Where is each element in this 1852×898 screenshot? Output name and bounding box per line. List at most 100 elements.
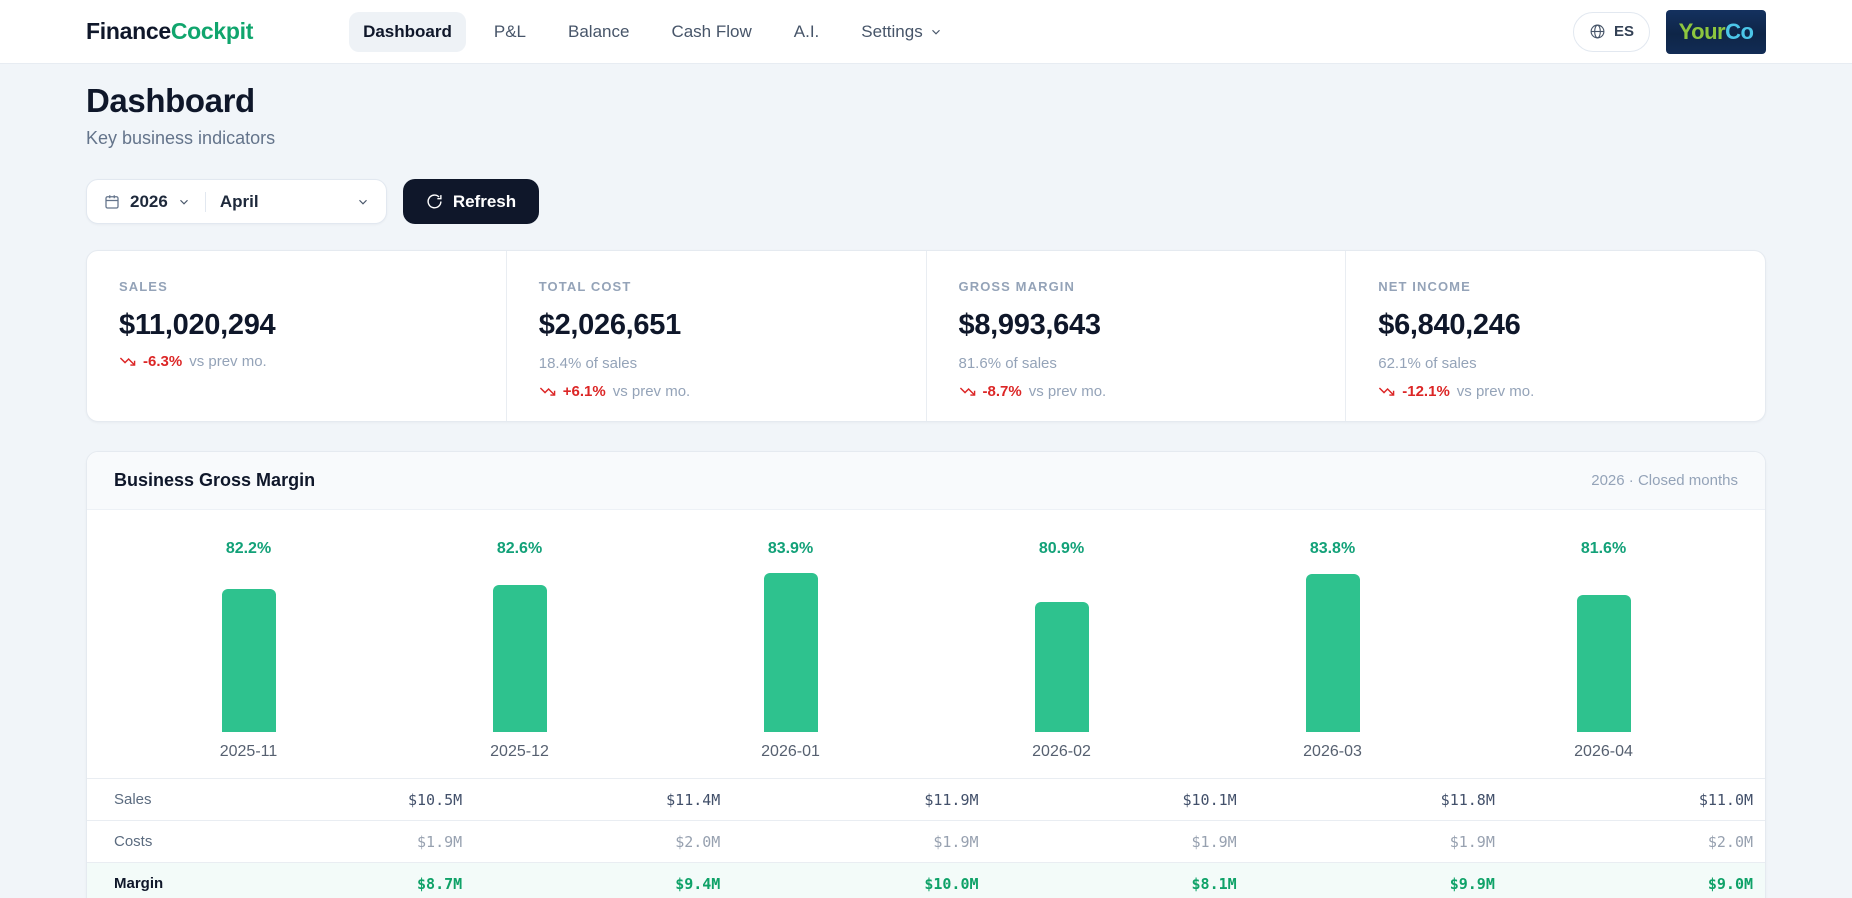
table-cell: $9.4M xyxy=(462,875,720,893)
chart-period-note: 2026 · Closed months xyxy=(1591,472,1738,489)
kpi-delta-row: -6.3% vs prev mo. xyxy=(119,353,474,370)
page-title: Dashboard xyxy=(86,82,1766,120)
bar-category-label: 2025-12 xyxy=(490,743,549,765)
bar-area xyxy=(764,562,818,732)
bar-value-label: 83.9% xyxy=(768,540,813,562)
table-cell: $2.0M xyxy=(1495,833,1753,851)
nav-item-cash-flow[interactable]: Cash Flow xyxy=(657,12,765,52)
main-content: Dashboard Key business indicators 2026 A… xyxy=(0,64,1852,898)
bar-column-2026-02: 80.9%2026-02 xyxy=(926,540,1197,765)
bar-column-2025-11: 82.2%2025-11 xyxy=(113,540,384,765)
app-logo-accent: Cockpit xyxy=(171,18,253,44)
kpi-of-sales: 81.6% of sales xyxy=(959,355,1314,372)
select-divider xyxy=(205,192,206,212)
trending-down-icon xyxy=(1378,383,1395,400)
kpi-label: GROSS MARGIN xyxy=(959,279,1314,294)
bar-value-label: 82.2% xyxy=(226,540,271,562)
nav-item-label: Dashboard xyxy=(363,22,452,42)
kpi-value: $8,993,643 xyxy=(959,309,1314,342)
kpi-delta-suffix: vs prev mo. xyxy=(1029,383,1107,400)
bars-row: 82.2%2025-1182.6%2025-12 83.9% 2026-01 80.9… xyxy=(113,540,1739,765)
bar-category-label: 2026-03 xyxy=(1303,743,1362,765)
nav-item-dashboard[interactable]: Dashboard xyxy=(349,12,466,52)
nav-item-label: P&L xyxy=(494,22,526,42)
topbar-right: ES YourCo xyxy=(1573,10,1766,54)
bar-chart-plot: 82.2%2025-1182.6%2025-12 83.9% 2026-01 80.9… xyxy=(87,510,1765,778)
kpi-value: $6,840,246 xyxy=(1378,309,1733,342)
kpi-delta-value: -6.3% xyxy=(143,353,182,370)
table-cell: $8.7M xyxy=(204,875,462,893)
bar-area xyxy=(1577,562,1631,732)
bar xyxy=(764,573,818,732)
nav-item-p-l[interactable]: P&L xyxy=(480,12,540,52)
table-cell: $9.0M xyxy=(1495,875,1753,893)
kpi-label: TOTAL COST xyxy=(539,279,894,294)
table-cell: $1.9M xyxy=(720,833,978,851)
kpi-delta-value: -8.7% xyxy=(983,383,1022,400)
bar-area xyxy=(222,562,276,732)
page-subtitle: Key business indicators xyxy=(86,128,1766,149)
kpi-label: NET INCOME xyxy=(1378,279,1733,294)
bar xyxy=(1035,602,1089,732)
kpi-delta-suffix: vs prev mo. xyxy=(189,353,267,370)
kpi-delta-suffix: vs prev mo. xyxy=(1457,383,1535,400)
table-row-costs: Costs$1.9M$2.0M$1.9M$1.9M$1.9M$2.0M xyxy=(87,820,1765,862)
nav-item-label: Settings xyxy=(861,22,922,42)
year-select-value: 2026 xyxy=(130,192,168,212)
kpi-card-row: SALES$11,020,294-6.3%vs prev mo.TOTAL CO… xyxy=(86,250,1766,422)
table-row-label: Costs xyxy=(114,833,204,850)
table-row-sales: Sales$10.5M$11.4M$11.9M$10.1M$11.8M$11.0… xyxy=(87,778,1765,820)
nav-item-label: Balance xyxy=(568,22,629,42)
chart-title: Business Gross Margin xyxy=(114,470,315,491)
nav-item-balance[interactable]: Balance xyxy=(554,12,643,52)
bar-value-label: 83.8% xyxy=(1310,540,1355,562)
nav-item-label: A.I. xyxy=(794,22,820,42)
trending-down-icon xyxy=(959,383,976,400)
bar-value-label: 80.9% xyxy=(1039,540,1084,562)
table-cell: $1.9M xyxy=(204,833,462,851)
bar-area xyxy=(493,562,547,732)
table-cell: $1.9M xyxy=(1237,833,1495,851)
nav-item-a-i[interactable]: A.I. xyxy=(780,12,834,52)
company-logo: YourCo xyxy=(1666,10,1766,54)
table-cell: $11.4M xyxy=(462,791,720,809)
refresh-button[interactable]: Refresh xyxy=(403,179,539,224)
chevron-down-icon xyxy=(177,195,191,209)
bar-column-2025-12: 82.6%2025-12 xyxy=(384,540,655,765)
app-logo-primary: Finance xyxy=(86,18,171,44)
bar-category-label: 2026-04 xyxy=(1574,743,1633,765)
kpi-label: SALES xyxy=(119,279,474,294)
plot-bottom-pad xyxy=(113,765,1739,778)
trending-down-icon xyxy=(539,383,556,400)
refresh-icon xyxy=(426,193,443,210)
kpi-net-income: NET INCOME $6,840,246 62.1% of sales -12.1%… xyxy=(1345,251,1765,421)
gross-margin-chart-card: Business Gross Margin 2026 · Closed mont… xyxy=(86,451,1766,898)
bar-area xyxy=(1306,562,1360,732)
month-select[interactable]: April xyxy=(220,192,370,212)
kpi-delta-value: +6.1% xyxy=(563,383,606,400)
bar-column-2026-01: 83.9% 2026-01 xyxy=(655,540,926,765)
table-cell: $11.9M xyxy=(720,791,978,809)
period-select-group: 2026 April xyxy=(86,179,387,224)
year-select[interactable]: 2026 xyxy=(103,192,191,212)
table-cell: $2.0M xyxy=(462,833,720,851)
bar-column-2026-03: 83.8% 2026-03 xyxy=(1197,540,1468,765)
bar-column-2026-04: 81.6%2026-04 xyxy=(1468,540,1739,765)
main-nav: Dashboard P&L Balance Cash Flow A.I. Settings xyxy=(349,12,1573,52)
kpi-value: $2,026,651 xyxy=(539,309,894,342)
nav-item-settings[interactable]: Settings xyxy=(847,12,956,52)
kpi-of-sales: 62.1% of sales xyxy=(1378,355,1733,372)
chevron-down-icon xyxy=(356,195,370,209)
calendar-icon xyxy=(103,193,121,211)
app-logo: FinanceCockpit xyxy=(86,18,253,45)
table-cell: $10.1M xyxy=(979,791,1237,809)
table-row-label: Margin xyxy=(114,875,204,892)
kpi-delta-value: -12.1% xyxy=(1402,383,1450,400)
bar-category-label: 2026-01 xyxy=(761,743,820,765)
table-cell: $9.9M xyxy=(1237,875,1495,893)
language-button[interactable]: ES xyxy=(1573,12,1650,52)
table-row-label: Sales xyxy=(114,791,204,808)
refresh-button-label: Refresh xyxy=(453,192,516,212)
kpi-gross-margin: GROSS MARGIN $8,993,643 81.6% of sales -8.7… xyxy=(926,251,1346,421)
filter-row: 2026 April Refresh xyxy=(86,179,1766,224)
